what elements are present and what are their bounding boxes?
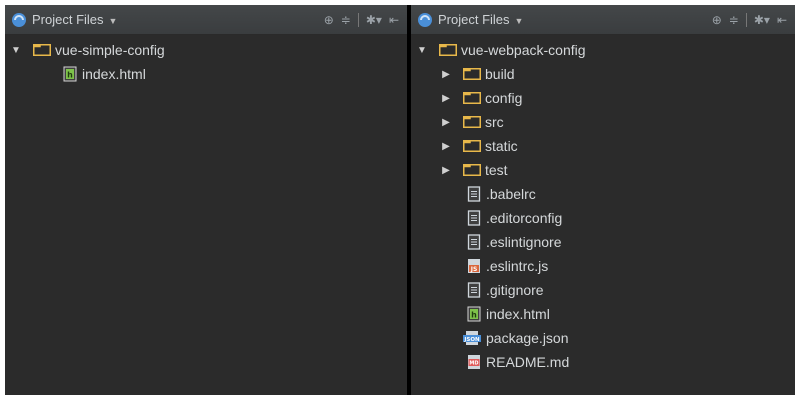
- svg-text:MD: MD: [469, 361, 478, 367]
- tree-file-package-json[interactable]: JSON package.json: [411, 326, 795, 350]
- file-label: README.md: [486, 354, 570, 370]
- folder-icon: [463, 164, 481, 176]
- project-panel-right: Project Files ▼ ⊕ ≑ ✱▾ ⇤ ▼ vue-webpack-co…: [411, 5, 795, 395]
- scroll-from-source-icon[interactable]: ⊕: [712, 13, 722, 27]
- tree-file-readme-md[interactable]: MD README.md: [411, 350, 795, 374]
- tree-root-label: vue-webpack-config: [461, 42, 586, 58]
- file-label: .eslintrc.js: [486, 258, 549, 274]
- project-files-label: Project Files: [438, 12, 510, 27]
- collapsed-arrow-icon[interactable]: ▶: [439, 117, 453, 128]
- ide-window: Project Files ▼ ⊕ ≑ ✱▾ ⇤ ▼ vue-simple-con…: [5, 5, 795, 395]
- folder-label: test: [485, 162, 508, 178]
- project-toolbar: Project Files ▼ ⊕ ≑ ✱▾ ⇤: [411, 5, 795, 35]
- svg-text:JS: JS: [470, 266, 478, 273]
- collapsed-arrow-icon[interactable]: ▶: [439, 141, 453, 152]
- tree-folder-config[interactable]: ▶ config: [411, 86, 795, 110]
- tree-folder-test[interactable]: ▶ test: [411, 158, 795, 182]
- folder-icon: [463, 68, 481, 80]
- project-files-icon: [418, 12, 432, 27]
- collapsed-arrow-icon[interactable]: ▶: [439, 69, 453, 80]
- folder-label: config: [485, 90, 523, 106]
- file-label: .babelrc: [486, 186, 536, 202]
- text-file-icon: [467, 282, 481, 298]
- gear-icon[interactable]: ✱▾: [754, 13, 770, 27]
- folder-label: build: [485, 66, 515, 82]
- tree-folder-src[interactable]: ▶ src: [411, 110, 795, 134]
- gear-icon[interactable]: ✱▾: [366, 13, 382, 27]
- svg-text:h: h: [67, 71, 73, 80]
- text-file-icon: [467, 234, 481, 250]
- file-label: index.html: [82, 66, 146, 82]
- folder-icon: [463, 116, 481, 128]
- project-files-dropdown[interactable]: Project Files ▼: [32, 12, 117, 27]
- tree-file-babelrc[interactable]: .babelrc: [411, 182, 795, 206]
- tree-root-vue-webpack-config[interactable]: ▼ vue-webpack-config: [411, 38, 795, 62]
- folder-icon: [463, 92, 481, 104]
- js-file-icon: JS: [468, 259, 480, 273]
- folder-icon: [33, 44, 51, 56]
- text-file-icon: [467, 186, 481, 202]
- markdown-file-icon: MD: [468, 355, 480, 369]
- project-toolbar: Project Files ▼ ⊕ ≑ ✱▾ ⇤: [5, 5, 407, 35]
- tree-file-index-html[interactable]: h index.html: [5, 62, 407, 86]
- tree-folder-build[interactable]: ▶ build: [411, 62, 795, 86]
- file-label: .eslintignore: [486, 234, 562, 250]
- toolbar-tools: ⊕ ≑ ✱▾ ⇤: [324, 12, 407, 27]
- project-panel-left: Project Files ▼ ⊕ ≑ ✱▾ ⇤ ▼ vue-simple-con…: [5, 5, 407, 395]
- tree-file-editorconfig[interactable]: .editorconfig: [411, 206, 795, 230]
- scroll-from-source-icon[interactable]: ⊕: [324, 13, 334, 27]
- tree-root-label: vue-simple-config: [55, 42, 165, 58]
- project-files-icon: [12, 12, 26, 27]
- file-tree: ▼ vue-webpack-config ▶ build ▶ config ▶ …: [411, 35, 795, 374]
- file-label: .gitignore: [486, 282, 544, 298]
- tree-root-vue-simple-config[interactable]: ▼ vue-simple-config: [5, 38, 407, 62]
- tree-file-gitignore[interactable]: .gitignore: [411, 278, 795, 302]
- tree-file-eslintrc-js[interactable]: JS .eslintrc.js: [411, 254, 795, 278]
- tree-file-eslintignore[interactable]: .eslintignore: [411, 230, 795, 254]
- file-tree: ▼ vue-simple-config h index.html: [5, 35, 407, 86]
- html-file-icon: h: [63, 66, 77, 82]
- hide-panel-icon[interactable]: ⇤: [389, 13, 399, 27]
- project-files-label: Project Files: [32, 12, 104, 27]
- tree-folder-static[interactable]: ▶ static: [411, 134, 795, 158]
- file-label: .editorconfig: [486, 210, 563, 226]
- chevron-down-icon: ▼: [108, 16, 118, 26]
- folder-icon: [439, 44, 457, 56]
- project-files-dropdown[interactable]: Project Files ▼: [438, 12, 523, 27]
- toolbar-divider: [357, 12, 359, 27]
- svg-text:JSON: JSON: [463, 337, 480, 343]
- html-file-icon: h: [467, 306, 481, 322]
- chevron-down-icon: ▼: [514, 16, 524, 26]
- file-label: package.json: [486, 330, 569, 346]
- svg-text:h: h: [471, 311, 477, 320]
- hide-panel-icon[interactable]: ⇤: [777, 13, 787, 27]
- toolbar-tools: ⊕ ≑ ✱▾ ⇤: [712, 12, 795, 27]
- folder-label: static: [485, 138, 518, 154]
- json-file-icon: JSON: [463, 331, 481, 345]
- collapsed-arrow-icon[interactable]: ▶: [439, 165, 453, 176]
- file-label: index.html: [486, 306, 550, 322]
- text-file-icon: [467, 210, 481, 226]
- tree-file-index-html[interactable]: h index.html: [411, 302, 795, 326]
- toolbar-divider: [745, 12, 747, 27]
- expand-arrow-icon[interactable]: ▼: [9, 45, 23, 56]
- folder-icon: [463, 140, 481, 152]
- collapsed-arrow-icon[interactable]: ▶: [439, 93, 453, 104]
- expand-arrow-icon[interactable]: ▼: [415, 45, 429, 56]
- collapse-all-icon[interactable]: ≑: [729, 13, 739, 27]
- collapse-all-icon[interactable]: ≑: [341, 13, 351, 27]
- folder-label: src: [485, 114, 504, 130]
